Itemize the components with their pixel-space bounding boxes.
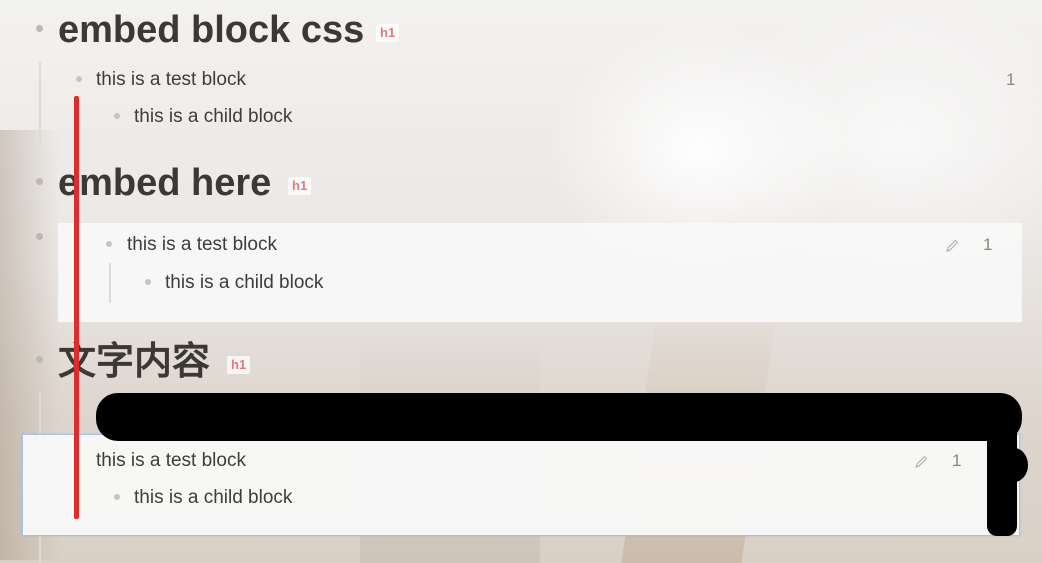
redaction-dot	[1000, 448, 1028, 482]
annotation-red-line	[74, 96, 79, 519]
reference-count[interactable]: 1	[952, 452, 961, 469]
block-bullet[interactable]	[106, 241, 112, 247]
block-text[interactable]: this is a test block	[96, 70, 246, 89]
h1-badge: h1	[376, 24, 400, 42]
indent-guide	[109, 263, 111, 303]
embed-block-bullet[interactable]	[36, 233, 43, 240]
child-block-text[interactable]: this is a child block	[165, 273, 323, 292]
child-block-text[interactable]: this is a child block	[134, 107, 292, 126]
heading-bullet[interactable]	[36, 356, 43, 363]
h1-badge: h1	[227, 356, 251, 374]
pencil-icon[interactable]	[944, 238, 960, 254]
embedded-block-selected[interactable]: this is a test block 1 this is a child b…	[22, 434, 1020, 536]
child-block-bullet[interactable]	[114, 113, 120, 119]
redaction-bar	[96, 393, 1022, 441]
reference-count[interactable]: 1	[983, 236, 992, 253]
heading-embed-here[interactable]: embed here	[58, 164, 271, 202]
h1-badge: h1	[288, 177, 312, 195]
indent-guide	[39, 62, 41, 142]
child-block-bullet[interactable]	[145, 279, 151, 285]
embedded-block[interactable]: this is a test block 1 this is a child b…	[58, 223, 1022, 322]
child-block-bullet[interactable]	[114, 494, 120, 500]
block-text[interactable]: this is a test block	[127, 235, 277, 254]
heading-bullet[interactable]	[36, 25, 43, 32]
heading-embed-block-css[interactable]: embed block css	[58, 11, 364, 49]
pencil-icon[interactable]	[913, 454, 929, 470]
reference-count[interactable]: 1	[1006, 71, 1015, 88]
heading-text-content[interactable]: 文字内容	[58, 342, 210, 380]
block-bullet[interactable]	[76, 76, 82, 82]
block-text[interactable]: this is a test block	[96, 451, 246, 470]
child-block-text[interactable]: this is a child block	[134, 488, 292, 507]
heading-bullet[interactable]	[36, 178, 43, 185]
